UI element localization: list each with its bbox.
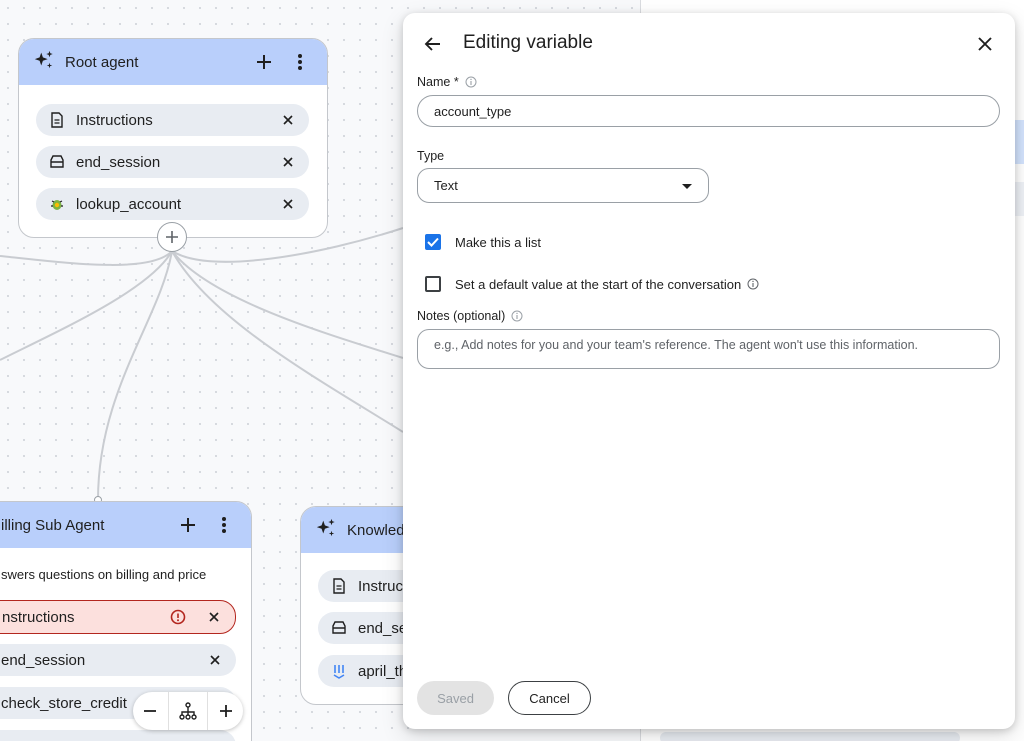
info-icon[interactable] bbox=[511, 310, 523, 322]
type-select[interactable]: Text bbox=[417, 168, 709, 203]
add-tool-button[interactable] bbox=[175, 512, 201, 538]
edge-left-mid bbox=[0, 250, 173, 361]
edge-right-mid bbox=[171, 250, 404, 359]
info-icon[interactable] bbox=[747, 278, 759, 290]
editing-variable-dialog: Editing variable Name * Type Text Make t… bbox=[403, 13, 1015, 729]
chip-instructions-error[interactable]: nstructions bbox=[0, 600, 236, 634]
remove-chip-icon[interactable] bbox=[279, 111, 297, 129]
agent-description: swers questions on billing and price bbox=[1, 567, 207, 582]
billing-agent-header: illing Sub Agent bbox=[0, 502, 251, 548]
tray-icon bbox=[330, 619, 348, 637]
sparkle-icon bbox=[33, 49, 55, 75]
remove-chip-icon[interactable] bbox=[279, 195, 297, 213]
node-title: Root agent bbox=[65, 53, 139, 71]
saved-button[interactable]: Saved bbox=[417, 681, 494, 715]
divider bbox=[206, 692, 208, 730]
remove-chip-icon[interactable] bbox=[205, 608, 223, 626]
chip-lookup-account[interactable]: lookup_account bbox=[36, 188, 309, 220]
chip-instructions[interactable]: Instructions bbox=[36, 104, 309, 136]
back-button[interactable] bbox=[417, 28, 449, 60]
type-label: Type bbox=[417, 149, 445, 163]
make-list-option[interactable]: Make this a list bbox=[425, 234, 541, 250]
root-agent-header: Root agent bbox=[19, 39, 327, 85]
more-vert-icon[interactable] bbox=[211, 512, 237, 538]
chip-more[interactable] bbox=[0, 730, 236, 741]
name-label: Name * bbox=[417, 75, 477, 89]
dropdown-arrow-icon bbox=[682, 178, 692, 193]
edge-right-low bbox=[171, 250, 404, 433]
name-input[interactable] bbox=[417, 95, 1000, 127]
auto-layout-icon[interactable] bbox=[173, 696, 203, 726]
remove-chip-icon[interactable] bbox=[279, 153, 297, 171]
datastore-icon bbox=[330, 662, 348, 680]
zoom-in-button[interactable] bbox=[211, 696, 241, 726]
remove-chip-icon[interactable] bbox=[206, 651, 224, 669]
chip-end-session[interactable]: end_session bbox=[0, 644, 236, 676]
notes-textarea[interactable] bbox=[417, 329, 1000, 369]
root-agent-node[interactable]: Root agent Instructions end_session look… bbox=[18, 38, 328, 238]
zoom-out-button[interactable] bbox=[135, 696, 165, 726]
cancel-button[interactable]: Cancel bbox=[508, 681, 591, 715]
close-icon bbox=[978, 37, 992, 51]
zoom-controls bbox=[133, 692, 243, 730]
dialog-title: Editing variable bbox=[463, 32, 593, 53]
error-icon bbox=[169, 608, 187, 626]
add-tool-button[interactable] bbox=[251, 49, 277, 75]
edge-left-top bbox=[0, 250, 173, 266]
default-value-checkbox[interactable] bbox=[425, 276, 441, 292]
sparkle-icon bbox=[315, 517, 337, 543]
default-value-option[interactable]: Set a default value at the start of the … bbox=[425, 276, 759, 292]
make-list-checkbox[interactable] bbox=[425, 234, 441, 250]
document-icon bbox=[330, 577, 348, 595]
make-list-label: Make this a list bbox=[455, 234, 541, 250]
close-button[interactable] bbox=[969, 28, 1001, 60]
more-vert-icon[interactable] bbox=[287, 49, 313, 75]
add-sub-agent-button[interactable] bbox=[157, 222, 187, 252]
tray-icon bbox=[48, 153, 66, 171]
chip-end-session[interactable]: end_session bbox=[36, 146, 309, 178]
divider bbox=[168, 692, 170, 730]
info-icon[interactable] bbox=[465, 76, 477, 88]
default-value-label: Set a default value at the start of the … bbox=[455, 276, 742, 292]
document-icon bbox=[48, 111, 66, 129]
bug-icon bbox=[48, 195, 66, 213]
arrow-back-icon bbox=[424, 37, 440, 51]
notes-label: Notes (optional) bbox=[417, 309, 523, 323]
type-select-value: Text bbox=[434, 178, 458, 193]
edge-billing bbox=[97, 250, 173, 501]
node-title: illing Sub Agent bbox=[1, 516, 105, 534]
